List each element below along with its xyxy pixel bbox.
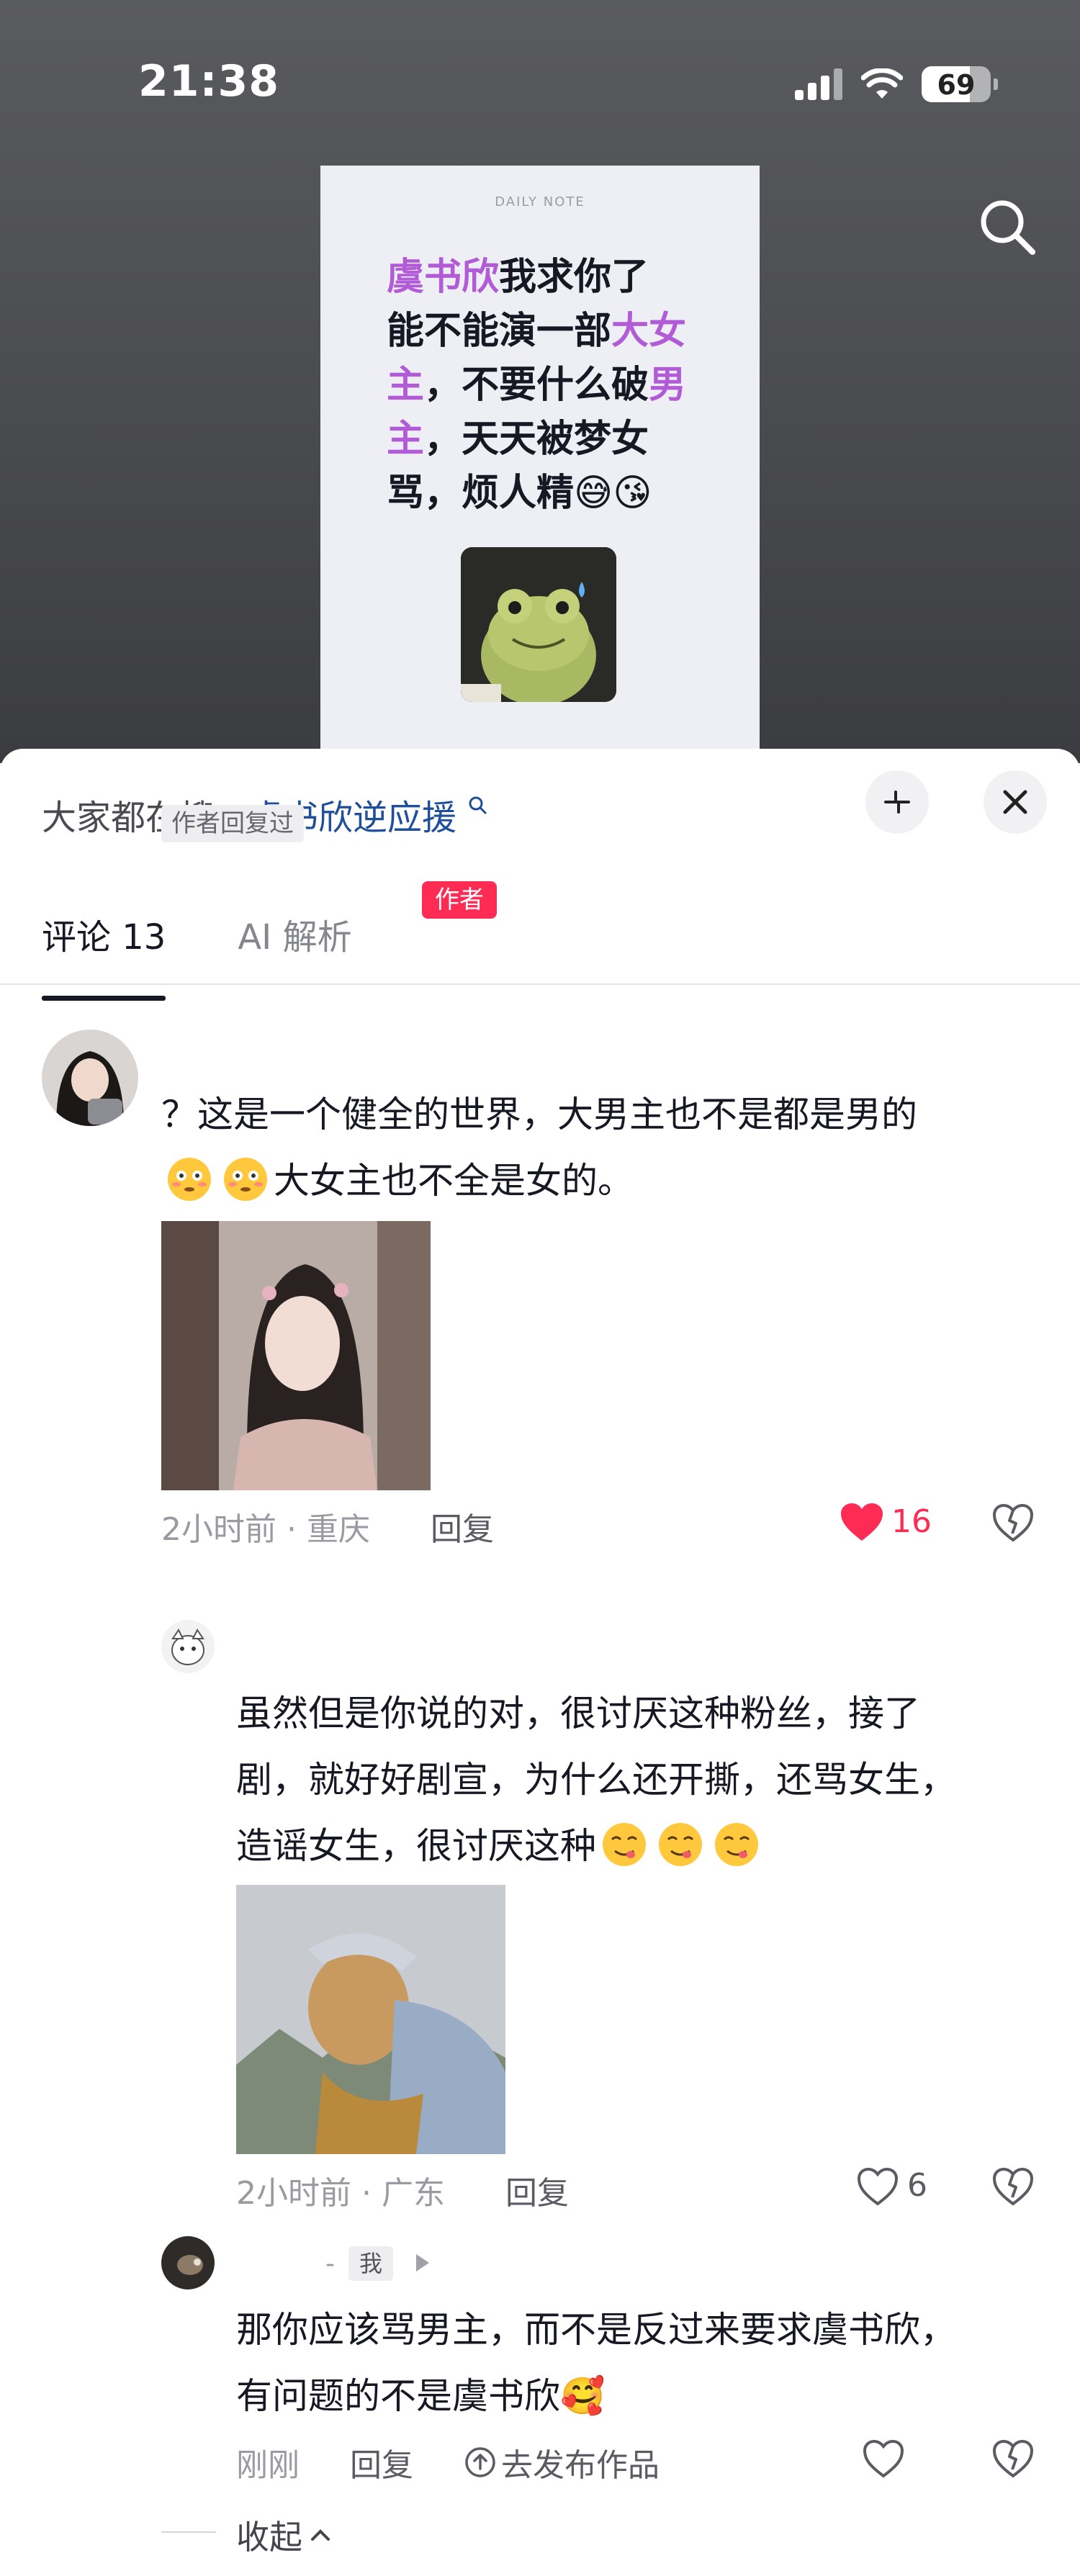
comment-line-2: 大女主也不全是女的。 <box>274 1160 634 1202</box>
note-highlight-text: 男 <box>649 364 687 407</box>
reply-button[interactable]: 回复 <box>505 2167 569 2213</box>
heart-outline-icon[interactable] <box>857 2167 899 2206</box>
note-highlight-text: 虞书欣 <box>387 256 500 299</box>
note-plain-text: 骂，烦人精😅😘 <box>387 472 652 515</box>
reply-line-1: 虽然但是你说的对，很讨厌这种粉丝，接了 <box>236 1693 920 1734</box>
dislike-icon[interactable] <box>992 2439 1034 2478</box>
me-badge: 我 <box>348 2246 393 2281</box>
status-icons: 69 <box>795 66 998 102</box>
note-plain-text: ，不要什么破 <box>424 364 649 407</box>
like-count: 16 <box>891 1503 932 1540</box>
reply-text: 虽然但是你说的对，很讨厌这种粉丝，接了 剧，就好好剧宣，为什么还开撕，还骂女生，… <box>236 1680 1043 1879</box>
comment-meta: 2小时前 · 重庆 <box>161 1511 370 1548</box>
my-reply-time: 刚刚 <box>236 2447 300 2484</box>
my-reply-line-2: 有问题的不是虞书欣🥰 <box>236 2375 606 2417</box>
collapse-label: 收起 <box>236 2518 302 2557</box>
comment-image[interactable] <box>161 1221 431 1490</box>
video-area[interactable]: 21:38 69 DAILY NOTE 虞书欣我求你了 能不能演一部大女 主，不要什… <box>0 0 1080 763</box>
collapse-arrows-icon <box>884 791 910 814</box>
upload-icon <box>465 2447 495 2477</box>
play-arrow-icon <box>416 2254 429 2271</box>
note-highlight-text: 大女 <box>611 310 687 353</box>
heart-outline-icon[interactable] <box>863 2439 904 2478</box>
collapse-divider <box>161 2531 216 2533</box>
my-avatar[interactable] <box>161 2236 215 2289</box>
comment-text: ？这是一个健全的世界，大男主也不是都是男的 大女主也不全是女的。 <box>161 1081 1025 1214</box>
author-replied-badge: 作者回复过 <box>161 805 304 842</box>
yum-emoji-icon <box>715 1823 758 1866</box>
status-time: 21:38 <box>138 56 279 107</box>
chevron-up-icon <box>311 2529 330 2541</box>
note-line: 虞书欣我求你了 <box>387 251 703 305</box>
tab-comments[interactable]: 评论 13 <box>42 909 166 1001</box>
close-icon <box>1003 790 1027 814</box>
yum-emoji-icon <box>659 1823 702 1866</box>
note-brand: DAILY NOTE <box>495 194 585 210</box>
reply-image[interactable] <box>236 1885 505 2154</box>
reply-button[interactable]: 回复 <box>350 2439 413 2485</box>
note-plain-text: 我求你了 <box>499 256 649 299</box>
note-line: 能不能演一部大女 <box>387 305 703 359</box>
search-icon[interactable] <box>976 196 1038 258</box>
reply-line-2: 剧，就好好剧宣，为什么还开撕，还骂女生， <box>236 1759 956 1801</box>
note-highlight-text: 主 <box>387 418 425 461</box>
note-line: 主，天天被梦女 <box>387 413 703 467</box>
note-text: 虞书欣我求你了 能不能演一部大女 主，不要什么破男 主，天天被梦女 骂，烦人精😅😘 <box>387 251 703 521</box>
note-plain-text: 能不能演一部 <box>387 310 612 353</box>
note-line: 骂，烦人精😅😘 <box>387 467 703 521</box>
reply-meta: 2小时前 · 广东 <box>236 2175 445 2212</box>
note-line: 主，不要什么破男 <box>387 359 703 413</box>
author-badge: 作者 <box>422 881 497 919</box>
flushed-emoji-icon <box>168 1158 211 1201</box>
small-search-icon <box>469 796 487 815</box>
commenter-avatar[interactable] <box>42 1030 138 1126</box>
video-note-card: DAILY NOTE 虞书欣我求你了 能不能演一部大女 主，不要什么破男 主，天天被梦… <box>320 166 760 763</box>
dislike-icon[interactable] <box>992 2167 1034 2206</box>
tab-ai-analysis[interactable]: AI 解析 <box>238 909 351 959</box>
note-plain-text: ，天天被梦女 <box>424 418 649 461</box>
heart-filled-icon[interactable] <box>840 1502 884 1542</box>
collapse-replies-button[interactable]: 收起 <box>236 2511 331 2559</box>
comment-tabs: 评论 13 AI 解析 <box>42 909 352 1001</box>
yum-emoji-icon <box>603 1823 646 1866</box>
reply-line-3: 造谣女生，很讨厌这种 <box>236 1825 596 1867</box>
comment-line-1: ？这是一个健全的世界，大男主也不是都是男的 <box>161 1094 917 1135</box>
close-button[interactable] <box>984 770 1047 834</box>
wifi-icon <box>861 68 903 99</box>
frog-sticker-image <box>461 547 616 702</box>
note-highlight-text: 主 <box>387 364 425 407</box>
tabs-divider <box>0 983 1080 985</box>
my-reply-line-1: 那你应该骂男主，而不是反过来要求虞书欣， <box>236 2309 956 2351</box>
reply-button[interactable]: 回复 <box>431 1503 494 1549</box>
battery-icon: 69 <box>922 66 998 102</box>
author-avatar[interactable] <box>161 1620 215 1673</box>
minimize-button[interactable] <box>865 770 929 834</box>
dislike-icon[interactable] <box>992 1503 1034 1542</box>
publish-label: 去发布作品 <box>501 2447 660 2484</box>
battery-level: 69 <box>937 69 976 101</box>
username-separator: - <box>325 2249 335 2279</box>
publish-work-button[interactable]: 去发布作品 <box>464 2439 660 2485</box>
my-reply-text: 那你应该骂男主，而不是反过来要求虞书欣， 有问题的不是虞书欣🥰 <box>236 2297 1043 2429</box>
signal-icon <box>795 68 842 100</box>
flushed-emoji-icon <box>224 1158 267 1201</box>
like-count: 6 <box>907 2167 927 2204</box>
